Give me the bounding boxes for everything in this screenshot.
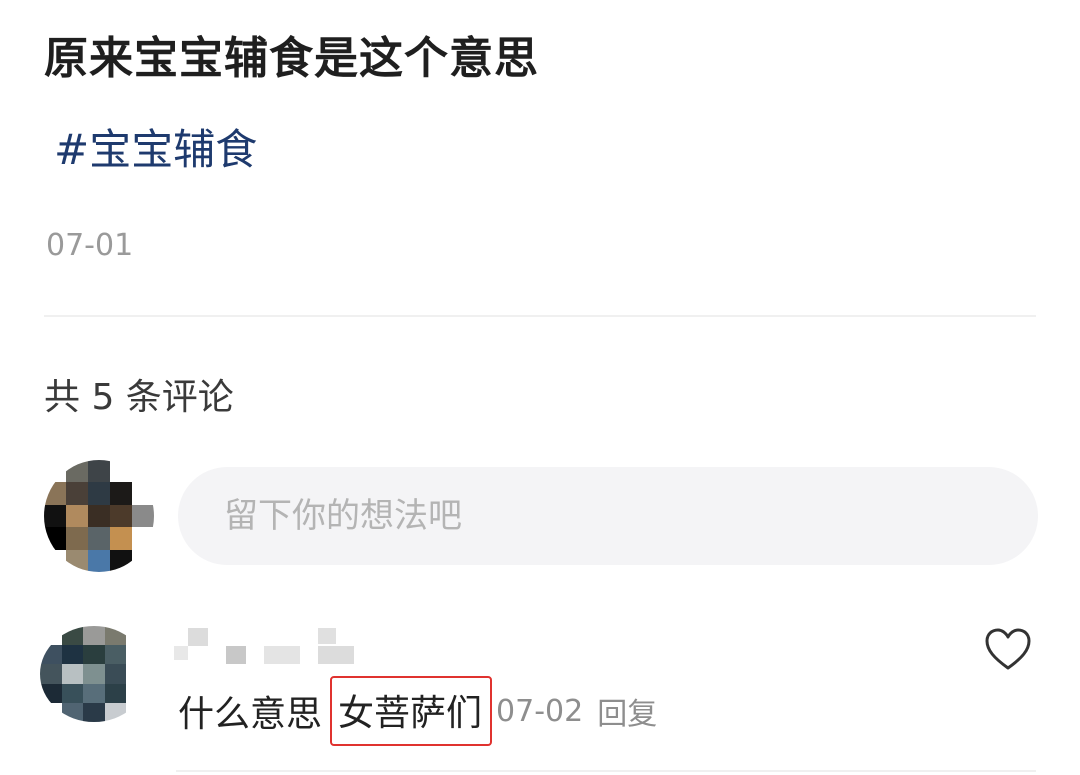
post-date: 07-01 bbox=[46, 228, 134, 263]
reply-button[interactable]: 回复 bbox=[597, 689, 657, 733]
post-title: 原来宝宝辅食是这个意思 bbox=[44, 33, 539, 84]
comment-date: 07-02 bbox=[496, 693, 584, 729]
comment-input-box[interactable] bbox=[178, 467, 1038, 565]
comment-input[interactable] bbox=[222, 495, 1038, 537]
highlighted-comment-text: 女菩萨们 bbox=[330, 676, 493, 746]
comment-text: 什么意思 bbox=[178, 694, 323, 735]
commenter-avatar[interactable] bbox=[40, 626, 148, 722]
topic-tag-link[interactable]: #宝宝辅食 bbox=[54, 116, 257, 177]
current-user-avatar[interactable] bbox=[44, 460, 154, 572]
heart-outline-icon[interactable] bbox=[984, 628, 1032, 672]
comment-count: 共 5 条评论 bbox=[44, 377, 234, 418]
comment-body: 什么意思 女菩萨们 07-02 回复 bbox=[178, 676, 657, 746]
section-divider bbox=[44, 315, 1036, 317]
comment-divider bbox=[176, 770, 1036, 772]
commenter-username-blurred[interactable] bbox=[172, 626, 358, 666]
